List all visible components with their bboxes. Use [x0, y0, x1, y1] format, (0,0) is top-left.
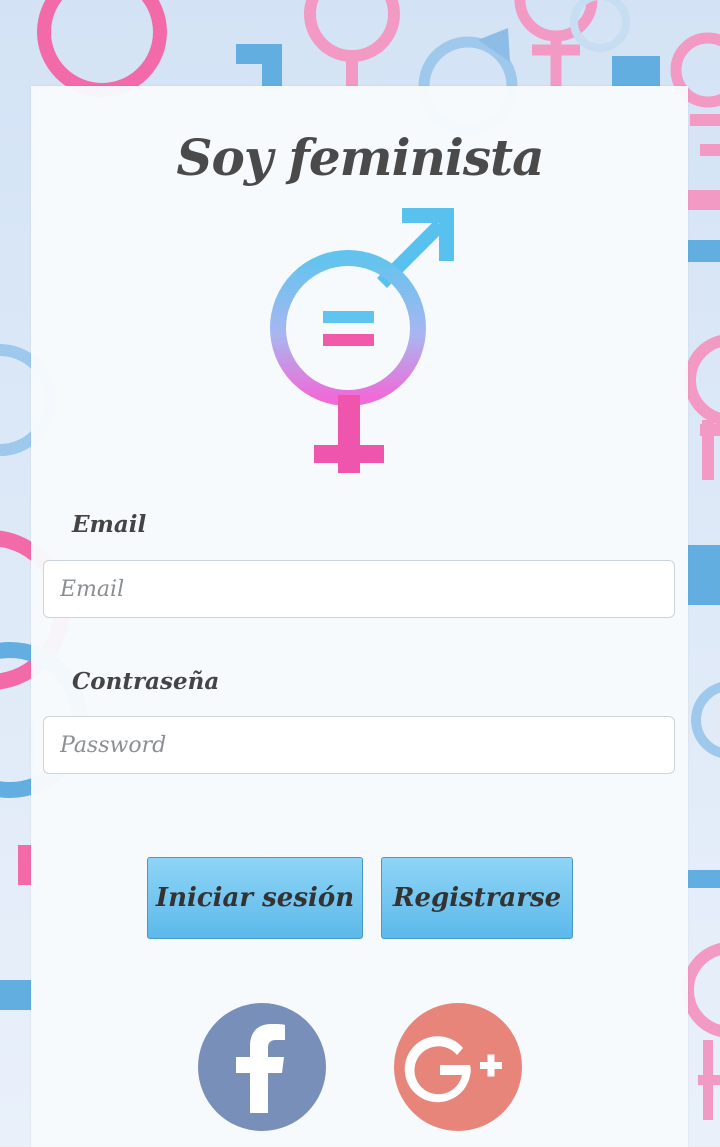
password-input[interactable]	[43, 716, 675, 774]
google-plus-icon	[404, 1036, 502, 1103]
app-title: Soy feminista	[176, 128, 544, 187]
email-input[interactable]	[43, 560, 675, 618]
password-label: Contraseña	[72, 668, 220, 695]
google-plus-login-button[interactable]	[394, 1003, 522, 1131]
facebook-login-button[interactable]	[198, 1003, 326, 1131]
login-button[interactable]: Iniciar sesión	[147, 857, 363, 939]
facebook-icon	[236, 1024, 285, 1113]
register-button[interactable]: Registrarse	[381, 857, 573, 939]
gender-equality-logo	[270, 208, 454, 473]
email-label: Email	[72, 511, 147, 538]
